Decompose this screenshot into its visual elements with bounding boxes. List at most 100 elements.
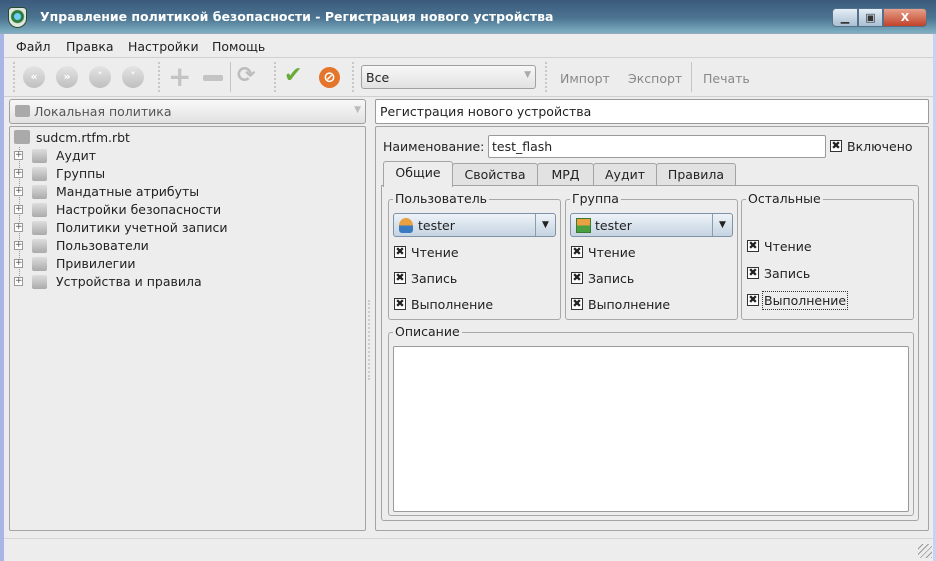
group-legend: Группа [570,191,621,206]
policy-tree[interactable]: sudcm.rtfm.rbt + Аудит + Группы + Мандатные… [9,126,366,531]
toolbar-separator [230,62,231,92]
refresh-icon[interactable]: ⟳ [237,63,255,88]
group-read-checkbox[interactable]: ✖ [571,246,583,258]
group-write-checkbox[interactable]: ✖ [571,272,583,284]
expand-icon[interactable]: + [14,169,23,178]
splitter-handle[interactable] [368,300,371,380]
others-exec-label: Выполнение [762,291,849,310]
print-button[interactable]: Печать [703,71,750,86]
resize-grip-icon[interactable] [918,544,932,558]
menu-settings[interactable]: Настройки [128,39,199,54]
group-value: tester [595,218,632,233]
groups-icon [32,167,47,181]
tab-general[interactable]: Общие [383,161,453,187]
chevron-down-icon: ▼ [524,70,531,80]
others-read-label: Чтение [764,239,812,254]
expand-icon[interactable]: + [14,259,23,268]
user-combo[interactable]: tester ▼ [393,213,556,237]
maximize-button[interactable]: ▣ [858,8,883,27]
status-divider [4,538,933,539]
enabled-checkbox[interactable]: ✖ [830,140,842,152]
group-exec-label: Выполнение [588,297,671,312]
user-read-checkbox[interactable]: ✖ [394,246,406,258]
user-exec-checkbox[interactable]: ✖ [394,298,406,310]
minimize-button[interactable]: ▁ [832,8,858,27]
user-icon [399,218,413,233]
group-icon [576,218,591,233]
tools-icon [32,203,47,217]
add-icon[interactable]: + [168,62,191,92]
tab-properties[interactable]: Свойства [452,163,538,186]
menu-edit[interactable]: Правка [66,39,114,54]
others-exec-checkbox[interactable]: ✖ [747,294,759,306]
policy-combo[interactable]: Локальная политика ▼ [9,99,366,124]
remove-icon[interactable] [203,75,223,81]
first-icon[interactable]: « [23,66,45,88]
computer-icon [14,130,30,144]
chevron-down-icon: ▼ [354,105,361,115]
others-write-checkbox[interactable]: ✖ [747,267,759,279]
name-label: Наименование: [383,139,485,154]
window-title: Управление политикой безопасности - Реги… [40,9,554,24]
apply-check-icon[interactable]: ✔ [284,63,302,88]
toolbar-grip[interactable] [158,62,161,92]
user-legend: Пользователь [393,191,490,206]
toolbar-grip[interactable] [545,62,548,92]
expand-icon[interactable]: + [14,187,23,196]
export-button[interactable]: Экспорт [628,71,682,86]
user-icon [32,239,47,253]
toolbar-grip[interactable] [13,62,16,92]
name-input[interactable]: test_flash [488,135,826,158]
import-button[interactable]: Импорт [560,71,610,86]
tab-rules[interactable]: Правила [656,163,736,186]
group-combo[interactable]: tester ▼ [570,213,733,237]
group-read-label: Чтение [588,245,636,260]
description-group-box: Описание [388,324,914,516]
group-exec-checkbox[interactable]: ✖ [571,298,583,310]
computer-icon [15,105,30,117]
enabled-label: Включено [847,139,913,154]
tree-root[interactable]: sudcm.rtfm.rbt [36,130,130,145]
menu-file[interactable]: Файл [16,39,51,54]
group-write-label: Запись [588,271,635,286]
expand-icon[interactable]: + [14,151,23,160]
title-bar: Управление политикой безопасности - Реги… [0,0,936,34]
notepad-icon [32,185,47,199]
filter-combo[interactable]: Все ▼ [361,65,536,89]
others-read-checkbox[interactable]: ✖ [747,240,759,252]
chevron-down-icon: ▼ [535,214,555,236]
chevron-down-icon: ▼ [712,214,732,236]
others-legend: Остальные [746,191,823,206]
expand-icon[interactable]: + [14,205,23,214]
up-icon[interactable]: ˄ [89,66,111,88]
expand-icon[interactable]: + [14,241,23,250]
description-legend: Описание [393,324,462,339]
user-value: tester [418,218,455,233]
description-textarea[interactable] [393,346,909,512]
user-group-box: Пользователь tester ▼ ✖ Чтение ✖ Запись … [388,191,561,320]
name-value: test_flash [492,139,553,154]
page-title-field: Регистрация нового устройства [375,99,929,124]
expand-icon[interactable]: + [14,223,23,232]
close-button[interactable]: X [883,8,927,27]
app-shield-icon [8,7,27,28]
tab-audit[interactable]: Аудит [593,163,657,186]
menu-bar: Файл Правка Настройки Помощь [4,34,933,58]
user-read-label: Чтение [411,245,459,260]
policy-combo-value: Локальная политика [34,104,172,119]
toolbar-grip[interactable] [274,62,277,92]
toolbar-separator [691,62,692,92]
menu-help[interactable]: Помощь [212,39,265,54]
user-write-checkbox[interactable]: ✖ [394,272,406,284]
last-icon[interactable]: » [56,66,78,88]
privileges-icon [32,257,47,271]
toolbar-grip[interactable] [352,62,355,92]
toolbar-divider [4,96,933,97]
tab-mrd[interactable]: МРД [537,163,594,186]
expand-icon[interactable]: + [14,277,23,286]
audit-icon [32,149,47,163]
cancel-icon[interactable]: ⊘ [319,67,340,88]
down-icon[interactable]: ˅ [122,66,144,88]
user-exec-label: Выполнение [411,297,494,312]
others-group-box: Остальные ✖ Чтение ✖ Запись ✖ Выполнение [741,191,914,320]
